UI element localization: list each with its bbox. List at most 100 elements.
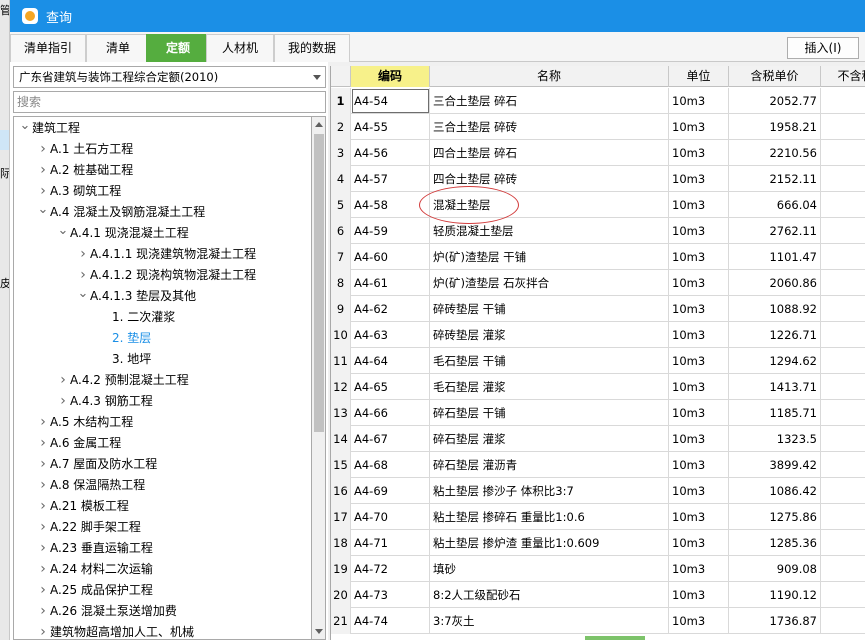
table-row[interactable]: 17A4-70粘土垫层 掺碎石 重量比1:0.610m31275.861 (331, 504, 865, 530)
cell-unit[interactable]: 10m3 (669, 400, 729, 426)
table-row[interactable]: 19 A4-72 填砂 10m3 909.08 (331, 556, 865, 582)
table-row[interactable]: 20A4-738:2人工级配砂石10m31190.121 (331, 582, 865, 608)
cell-pretax-price[interactable]: 1 (821, 322, 865, 348)
tree-item[interactable]: A.23 垂直运输工程 (36, 538, 153, 559)
cell-name[interactable]: 混凝土垫层 (430, 192, 669, 218)
cell-pretax-price[interactable]: 1 (821, 244, 865, 270)
table-row[interactable]: 7A4-60炉(矿)渣垫层 干铺10m31101.471 (331, 244, 865, 270)
cell-code[interactable]: A4-54 (351, 88, 430, 114)
cell-code[interactable]: A4-61 (351, 270, 430, 296)
cell-code[interactable]: A4-66 (351, 400, 430, 426)
row-number[interactable]: 21 (331, 608, 351, 634)
tree-item[interactable]: A.6 金属工程 (36, 433, 121, 454)
row-number[interactable]: 12 (331, 374, 351, 400)
cell-tax-price[interactable]: 1323.5 (729, 426, 821, 452)
cell-unit[interactable]: 10m3 (669, 374, 729, 400)
row-number[interactable]: 19 (331, 556, 351, 582)
header-tax-price[interactable]: 含税单价 (729, 66, 821, 87)
tree-item[interactable]: A.22 脚手架工程 (36, 517, 141, 538)
cell-pretax-price[interactable]: 1 (821, 400, 865, 426)
cell-tax-price[interactable]: 1413.71 (729, 374, 821, 400)
table-row[interactable]: 6A4-59轻质混凝土垫层10m32762.112 (331, 218, 865, 244)
cell-tax-price[interactable]: 1101.47 (729, 244, 821, 270)
cell-name[interactable]: 碎石垫层 灌沥青 (430, 452, 669, 478)
chevron-right-icon[interactable] (36, 496, 50, 518)
cell-pretax-price[interactable]: 3 (821, 452, 865, 478)
cell-unit[interactable]: 10m3 (669, 452, 729, 478)
row-number[interactable]: 18 (331, 530, 351, 556)
cell-tax-price[interactable]: 1736.87 (729, 608, 821, 634)
table-row[interactable]: 21A4-743:7灰土10m31736.871 (331, 608, 865, 634)
cell-code[interactable]: A4-65 (351, 374, 430, 400)
table-row[interactable]: 4A4-57四合土垫层 碎砖10m32152.112 (331, 166, 865, 192)
cell-code[interactable]: A4-73 (351, 582, 430, 608)
chevron-right-icon[interactable] (56, 370, 70, 392)
insert-button[interactable]: 插入(I) (787, 37, 859, 59)
cell-code[interactable]: A4-60 (351, 244, 430, 270)
tree-item[interactable]: A.3 砌筑工程 (36, 181, 121, 202)
cell-tax-price[interactable]: 1226.71 (729, 322, 821, 348)
cell-unit[interactable]: 10m3 (669, 530, 729, 556)
cell-name[interactable]: 8:2人工级配砂石 (430, 582, 669, 608)
table-row[interactable]: 3A4-56四合土垫层 碎石10m32210.562 (331, 140, 865, 166)
cell-code[interactable]: A4-69 (351, 478, 430, 504)
chevron-right-icon[interactable] (36, 475, 50, 497)
table-row[interactable]: 18A4-71粘土垫层 掺炉渣 重量比1:0.60910m31285.361 (331, 530, 865, 556)
table-row[interactable]: 11A4-64毛石垫层 干铺10m31294.621 (331, 348, 865, 374)
cell-name[interactable]: 碎石垫层 干铺 (430, 400, 669, 426)
cell-unit[interactable]: 10m3 (669, 348, 729, 374)
header-code[interactable]: 编码 (351, 66, 430, 87)
table-row[interactable]: 5 A4-58 混凝土垫层 10m3 666.04 (331, 192, 865, 218)
cell-tax-price[interactable]: 2210.56 (729, 140, 821, 166)
row-number[interactable]: 16 (331, 478, 351, 504)
dropdown-arrow-icon[interactable] (313, 75, 321, 80)
row-number[interactable]: 4 (331, 166, 351, 192)
search-input[interactable] (13, 91, 326, 113)
cell-code[interactable]: A4-63 (351, 322, 430, 348)
cell-unit[interactable]: 10m3 (669, 192, 729, 218)
tree-item[interactable]: A.21 模板工程 (36, 496, 129, 517)
cell-name[interactable]: 毛石垫层 灌浆 (430, 374, 669, 400)
cell-unit[interactable]: 10m3 (669, 582, 729, 608)
chevron-down-icon[interactable] (36, 202, 50, 224)
chevron-right-icon[interactable] (36, 412, 50, 434)
chevron-right-icon[interactable] (76, 265, 90, 287)
cell-name[interactable]: 粘土垫层 掺炉渣 重量比1:0.609 (430, 530, 669, 556)
tree-item[interactable]: A.4.1.2 现浇构筑物混凝土工程 (76, 265, 256, 286)
table-row[interactable]: 2A4-55三合土垫层 碎砖10m31958.211 (331, 114, 865, 140)
cell-code[interactable]: A4-68 (351, 452, 430, 478)
cell-pretax-price[interactable]: 1 (821, 296, 865, 322)
chevron-right-icon[interactable] (36, 139, 50, 161)
cell-name[interactable]: 碎砖垫层 灌浆 (430, 322, 669, 348)
cell-code[interactable]: A4-71 (351, 530, 430, 556)
row-number[interactable]: 10 (331, 322, 351, 348)
chevron-right-icon[interactable] (36, 454, 50, 476)
cell-code[interactable]: A4-58 (351, 192, 430, 218)
tree-scrollbar[interactable] (311, 116, 326, 640)
tree-item[interactable]: A.2 桩基础工程 (36, 160, 133, 181)
cell-tax-price[interactable]: 666.04 (729, 192, 821, 218)
chevron-right-icon[interactable] (36, 181, 50, 203)
cell-unit[interactable]: 10m3 (669, 244, 729, 270)
row-number[interactable]: 17 (331, 504, 351, 530)
tree-item[interactable]: A.1 土石方工程 (36, 139, 133, 160)
cell-pretax-price[interactable]: 1 (821, 348, 865, 374)
cell-name[interactable]: 3:7灰土 (430, 608, 669, 634)
tree-item[interactable]: 1. 二次灌浆 (98, 307, 175, 328)
chevron-right-icon[interactable] (36, 433, 50, 455)
chevron-right-icon[interactable] (36, 622, 50, 639)
cell-name[interactable]: 粘土垫层 掺碎石 重量比1:0.6 (430, 504, 669, 530)
chevron-right-icon[interactable] (36, 580, 50, 602)
scroll-down-arrow-icon[interactable] (315, 629, 323, 634)
row-number[interactable]: 8 (331, 270, 351, 296)
cell-unit[interactable]: 10m3 (669, 296, 729, 322)
row-number[interactable]: 1 (331, 88, 351, 114)
table-row[interactable]: 10A4-63碎砖垫层 灌浆10m31226.711 (331, 322, 865, 348)
cell-code[interactable]: A4-67 (351, 426, 430, 452)
tree-item[interactable]: 建筑物超高增加人工、机械 (36, 622, 194, 639)
cell-pretax-price[interactable]: 2 (821, 88, 865, 114)
cell-unit[interactable]: 10m3 (669, 504, 729, 530)
chevron-down-icon[interactable] (18, 118, 32, 140)
tree-item[interactable]: A.4.1.1 现浇建筑物混凝土工程 (76, 244, 256, 265)
table-row[interactable]: 8A4-61炉(矿)渣垫层 石灰拌合10m32060.861 (331, 270, 865, 296)
